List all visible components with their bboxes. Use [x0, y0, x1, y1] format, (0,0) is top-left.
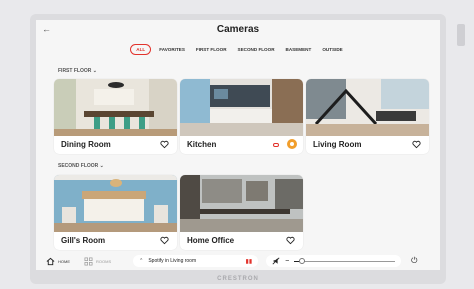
- camera-feed-dining-room: [54, 79, 177, 136]
- section-first-floor[interactable]: FIRST FLOOR ⌄: [58, 68, 97, 74]
- camera-name: Living Room: [313, 140, 362, 149]
- section-second-floor[interactable]: SECOND FLOOR ⌄: [58, 163, 104, 169]
- camera-feed-home-office: [180, 175, 303, 232]
- volume-knob[interactable]: [299, 258, 306, 264]
- chevron-down-icon: ⌄: [99, 163, 104, 169]
- device-side-button: [457, 24, 465, 46]
- heart-icon[interactable]: [412, 140, 421, 149]
- heart-icon[interactable]: [286, 236, 295, 245]
- recording-icon: [273, 143, 279, 147]
- camera-feed-kitchen: [180, 79, 303, 136]
- bottom-bar: HOME ROOMS ⌃ Spotify in Living room ▮▮ −…: [46, 253, 434, 269]
- power-icon[interactable]: ⏻: [411, 256, 417, 266]
- equalizer-icon: ▮▮: [245, 258, 253, 265]
- now-playing[interactable]: ⌃ Spotify in Living room ▮▮: [133, 255, 259, 267]
- volume-slider[interactable]: [294, 256, 396, 266]
- volume-control: −: [266, 255, 402, 267]
- mute-icon[interactable]: [272, 257, 280, 265]
- camera-name: Gill's Room: [61, 236, 106, 245]
- heart-icon[interactable]: [160, 140, 169, 149]
- brand-logo: CRESTRON: [217, 276, 259, 282]
- alert-badge[interactable]: [287, 139, 297, 149]
- section-first-floor-label: FIRST FLOOR: [58, 68, 92, 74]
- now-playing-label: Spotify in Living room: [148, 258, 197, 264]
- touch-screen: ← Cameras ALL FAVORITES FIRST FLOOR SECO…: [36, 20, 440, 270]
- camera-card-dining-room[interactable]: Dining Room: [54, 79, 177, 154]
- grid-icon: [84, 257, 93, 265]
- camera-card-living-room[interactable]: Living Room: [306, 79, 429, 154]
- filter-basement[interactable]: BASEMENT: [283, 45, 315, 54]
- heart-icon[interactable]: [160, 236, 169, 245]
- page-title: Cameras: [216, 24, 260, 35]
- filter-favorites[interactable]: FAVORITES: [156, 45, 188, 54]
- camera-feed-gills-room: [54, 175, 177, 232]
- filter-first-floor[interactable]: FIRST FLOOR: [193, 45, 230, 54]
- nav-home[interactable]: HOME: [46, 257, 70, 266]
- chevron-down-icon: ⌄: [92, 68, 97, 74]
- filter-second-floor[interactable]: SECOND FLOOR: [235, 45, 278, 54]
- section-second-floor-label: SECOND FLOOR: [58, 163, 99, 169]
- camera-feed-living-room: [306, 79, 429, 136]
- camera-name: Kitchen: [187, 140, 217, 149]
- nav-rooms-label: ROOMS: [96, 258, 112, 264]
- filter-all[interactable]: ALL: [130, 44, 152, 55]
- camera-card-home-office[interactable]: Home Office: [180, 175, 303, 250]
- volume-minus-icon[interactable]: −: [285, 258, 289, 265]
- camera-card-gills-room[interactable]: Gill's Room: [54, 175, 177, 250]
- filter-bar: ALL FAVORITES FIRST FLOOR SECOND FLOOR B…: [36, 44, 440, 55]
- filter-outside[interactable]: OUTSIDE: [319, 45, 345, 54]
- home-icon: [46, 257, 55, 265]
- camera-card-kitchen[interactable]: Kitchen: [180, 79, 303, 154]
- nav-rooms[interactable]: ROOMS: [84, 257, 111, 266]
- chevron-up-icon: ⌃: [139, 258, 144, 264]
- nav-home-label: HOME: [58, 258, 70, 264]
- volume-track: [294, 260, 396, 262]
- camera-name: Dining Room: [61, 140, 111, 149]
- camera-name: Home Office: [187, 236, 235, 245]
